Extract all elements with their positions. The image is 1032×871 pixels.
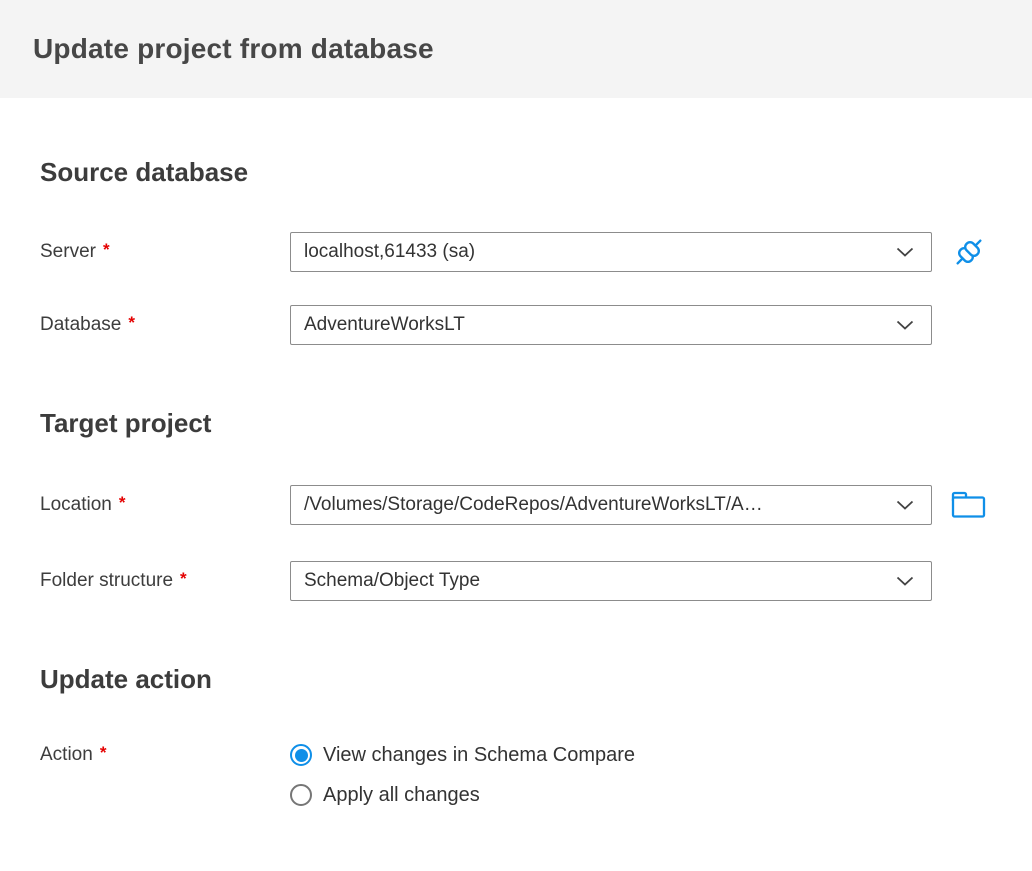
location-field-row: Location * /Volumes/Storage/CodeRepos/Adv…	[40, 485, 992, 525]
section-title-update-action: Update action	[40, 664, 212, 694]
required-asterisk: *	[128, 313, 135, 332]
plug-icon	[949, 232, 989, 272]
radio-unselected-icon[interactable]	[290, 784, 312, 806]
location-dropdown[interactable]: /Volumes/Storage/CodeRepos/AdventureWork…	[290, 485, 932, 525]
folder-structure-dropdown-value: Schema/Object Type	[304, 570, 481, 591]
action-label: Action *	[40, 743, 107, 765]
dialog-title: Update project from database	[33, 33, 434, 64]
chevron-down-icon	[896, 576, 914, 587]
chevron-down-icon	[896, 320, 914, 331]
chevron-down-icon	[896, 500, 914, 511]
action-field-row: Action * View changes in Schema Compare A…	[40, 743, 992, 807]
connect-button[interactable]	[946, 232, 992, 272]
action-radio-group: View changes in Schema Compare Apply all…	[290, 743, 635, 807]
server-dropdown-value: localhost,61433 (sa)	[304, 241, 476, 262]
server-label: Server *	[40, 240, 110, 262]
radio-option-view-changes[interactable]: View changes in Schema Compare	[290, 743, 635, 767]
database-field-row: Database * AdventureWorksLT	[40, 305, 992, 345]
chevron-down-icon	[896, 247, 914, 258]
update-project-dialog: Update project from database Source data…	[0, 0, 1032, 871]
dialog-header: Update project from database	[0, 0, 1032, 98]
radio-option-apply-all[interactable]: Apply all changes	[290, 783, 635, 807]
dialog-body: Source database Server * localhost,61433 …	[0, 158, 1032, 807]
required-asterisk: *	[102, 240, 110, 259]
required-asterisk: *	[99, 743, 107, 762]
folder-icon	[950, 489, 988, 521]
required-asterisk: *	[118, 493, 126, 512]
required-asterisk: *	[180, 569, 187, 588]
radio-option-label: View changes in Schema Compare	[323, 743, 636, 766]
section-title-target-project: Target project	[40, 408, 212, 438]
location-label: Location *	[40, 493, 126, 515]
database-dropdown[interactable]: AdventureWorksLT	[290, 305, 932, 345]
radio-selected-icon[interactable]	[290, 744, 312, 766]
folder-structure-dropdown[interactable]: Schema/Object Type	[290, 561, 932, 601]
server-dropdown[interactable]: localhost,61433 (sa)	[290, 232, 932, 272]
location-dropdown-value: /Volumes/Storage/CodeRepos/AdventureWork…	[304, 494, 763, 515]
folder-structure-label: Folder structure *	[40, 569, 187, 591]
server-field-row: Server * localhost,61433 (sa)	[40, 232, 992, 272]
database-label: Database *	[40, 313, 135, 335]
browse-folder-button[interactable]	[946, 485, 992, 525]
radio-option-label: Apply all changes	[323, 783, 480, 806]
database-dropdown-value: AdventureWorksLT	[304, 314, 465, 335]
folder-structure-field-row: Folder structure * Schema/Object Type	[40, 561, 992, 601]
section-title-source-database: Source database	[40, 157, 249, 187]
